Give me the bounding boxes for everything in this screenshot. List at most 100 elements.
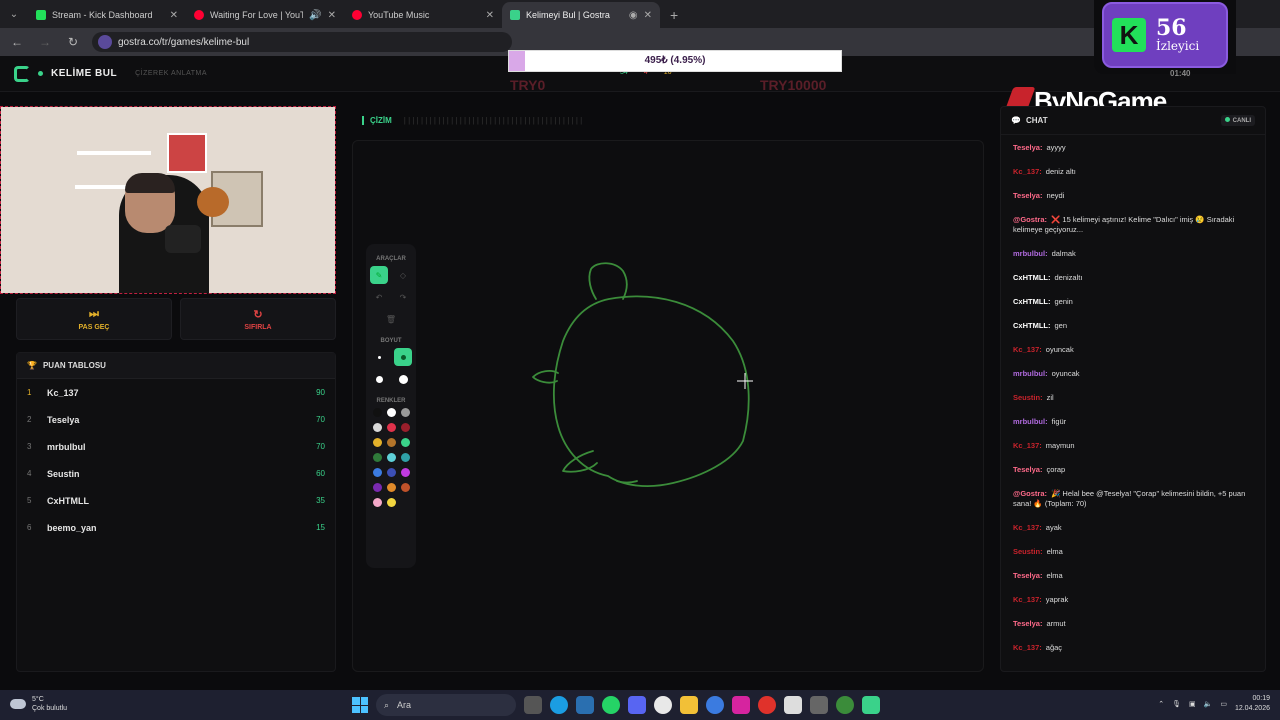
- forward-icon[interactable]: →: [36, 35, 54, 49]
- reload-icon[interactable]: ↻: [64, 35, 82, 49]
- chat-username[interactable]: Kc_137:: [1013, 595, 1042, 604]
- skip-button[interactable]: ⏭ PAS GEÇ: [16, 298, 172, 340]
- windows-start-icon[interactable]: [352, 697, 368, 713]
- eraser-icon[interactable]: ◇: [394, 266, 412, 284]
- brush-size-m[interactable]: [370, 370, 388, 388]
- brush-size-l[interactable]: [394, 370, 412, 388]
- brush-size-xs[interactable]: [370, 348, 388, 366]
- chevron-up-icon[interactable]: ⌃: [1158, 700, 1164, 708]
- color-swatch[interactable]: [400, 438, 410, 447]
- microphone: [165, 225, 201, 253]
- chat-username[interactable]: mrbulbul:: [1013, 249, 1048, 258]
- color-swatch[interactable]: [372, 483, 382, 492]
- network-icon[interactable]: ▣: [1189, 700, 1196, 708]
- brush-size-s[interactable]: [394, 348, 412, 366]
- chat-text: ağaç: [1045, 643, 1063, 652]
- color-swatch[interactable]: [386, 423, 396, 432]
- chat-username[interactable]: @Gostra:: [1013, 215, 1047, 224]
- color-swatch[interactable]: [386, 468, 396, 477]
- sketch-body: [552, 295, 750, 487]
- chat-username[interactable]: Kc_137:: [1013, 523, 1042, 532]
- site-info-icon[interactable]: [98, 35, 112, 49]
- microphone-icon[interactable]: 🎙: [1172, 700, 1181, 708]
- close-tab-icon[interactable]: ✕: [328, 10, 336, 21]
- chat-username[interactable]: Kc_137:: [1013, 345, 1042, 354]
- chat-username[interactable]: mrbulbul:: [1013, 417, 1048, 426]
- tab-youtube-waiting-for-love[interactable]: Waiting For Love | YouTube Mu 🔊 ✕: [186, 2, 344, 28]
- chat-username[interactable]: Teselya:: [1013, 619, 1042, 628]
- tab-kelimeyi-bul[interactable]: Kelimeyi Bul | Gostra ◉ ✕: [502, 2, 660, 28]
- url-field[interactable]: gostra.co/tr/games/kelime-bul: [92, 32, 512, 52]
- color-swatch[interactable]: [372, 453, 382, 462]
- speaker-icon[interactable]: 🔊: [309, 10, 321, 21]
- chat-username[interactable]: Seustin:: [1013, 547, 1043, 556]
- new-tab-icon[interactable]: +: [660, 2, 688, 28]
- browser-app-icon[interactable]: [706, 696, 724, 714]
- color-swatch[interactable]: [400, 453, 410, 462]
- chrome-app-icon[interactable]: [758, 696, 776, 714]
- clock-time: 00:19: [1252, 695, 1270, 702]
- chat-username[interactable]: CxHTMLL:: [1013, 321, 1051, 330]
- taskbar-search[interactable]: ⌕ Ara: [376, 694, 516, 716]
- chat-username[interactable]: Teselya:: [1013, 571, 1042, 580]
- color-swatch[interactable]: [372, 408, 382, 417]
- file-explorer-app-icon[interactable]: [680, 696, 698, 714]
- pencil-icon[interactable]: ✎: [370, 266, 388, 284]
- tab-youtube-music[interactable]: YouTube Music ✕: [344, 2, 502, 28]
- gostra-app-icon[interactable]: [862, 696, 880, 714]
- color-swatch[interactable]: [400, 408, 410, 417]
- trash-icon[interactable]: 🗑: [382, 310, 400, 328]
- close-tab-icon[interactable]: ✕: [170, 10, 178, 21]
- chat-message: Teselya: elma: [1013, 571, 1253, 581]
- gostra-logo-icon[interactable]: [14, 65, 30, 82]
- color-swatch[interactable]: [372, 468, 382, 477]
- app-icon[interactable]: [810, 696, 828, 714]
- settings-app-icon[interactable]: [524, 696, 542, 714]
- chat-username[interactable]: CxHTMLL:: [1013, 297, 1051, 306]
- chat-username[interactable]: Seustin:: [1013, 393, 1043, 402]
- chat-username[interactable]: @Gostra:: [1013, 489, 1047, 498]
- redo-icon[interactable]: ↷: [394, 288, 412, 306]
- color-swatch[interactable]: [386, 498, 396, 507]
- battery-icon[interactable]: ▭: [1220, 700, 1227, 708]
- chat-username[interactable]: Teselya:: [1013, 143, 1042, 152]
- close-tab-icon[interactable]: ✕: [486, 10, 494, 21]
- chat-username[interactable]: Teselya:: [1013, 191, 1042, 200]
- chat-username[interactable]: Kc_137:: [1013, 643, 1042, 652]
- chat-username[interactable]: Teselya:: [1013, 465, 1042, 474]
- color-swatch[interactable]: [372, 438, 382, 447]
- close-tab-icon[interactable]: ✕: [644, 10, 652, 21]
- chat-username[interactable]: CxHTMLL:: [1013, 273, 1051, 282]
- chrome-active-app-icon[interactable]: [836, 696, 854, 714]
- clock[interactable]: 00:19 12.04.2026: [1235, 694, 1270, 714]
- obs-app-icon[interactable]: [784, 696, 802, 714]
- sketch-stem: [588, 262, 628, 300]
- color-swatch[interactable]: [386, 483, 396, 492]
- color-swatch[interactable]: [386, 453, 396, 462]
- color-swatch[interactable]: [386, 408, 396, 417]
- tab-search-icon[interactable]: ⌄: [0, 0, 28, 28]
- undo-icon[interactable]: ↶: [370, 288, 388, 306]
- whatsapp-app-icon[interactable]: [602, 696, 620, 714]
- chat-username[interactable]: Kc_137:: [1013, 441, 1042, 450]
- reset-button[interactable]: ↻ SIFIRLA: [180, 298, 336, 340]
- color-swatch[interactable]: [400, 483, 410, 492]
- color-swatch[interactable]: [386, 438, 396, 447]
- instagram-app-icon[interactable]: [732, 696, 750, 714]
- tab-kick-dashboard[interactable]: Stream - Kick Dashboard ✕: [28, 2, 186, 28]
- color-swatch[interactable]: [372, 423, 382, 432]
- volume-icon[interactable]: 🔈: [1204, 700, 1213, 708]
- back-icon[interactable]: ←: [8, 35, 26, 49]
- steam-app-icon[interactable]: [576, 696, 594, 714]
- color-swatch[interactable]: [400, 423, 410, 432]
- xbox-app-icon[interactable]: [654, 696, 672, 714]
- edge-app-icon[interactable]: [550, 696, 568, 714]
- chat-username[interactable]: mrbulbul:: [1013, 369, 1048, 378]
- discord-app-icon[interactable]: [628, 696, 646, 714]
- drawing-canvas[interactable]: [352, 140, 984, 672]
- weather-widget[interactable]: 5°C Çok bulutlu: [10, 695, 67, 713]
- color-swatch[interactable]: [372, 498, 382, 507]
- chat-username[interactable]: Kc_137:: [1013, 167, 1042, 176]
- color-swatch[interactable]: [400, 468, 410, 477]
- gostra-favicon-icon: [510, 10, 520, 20]
